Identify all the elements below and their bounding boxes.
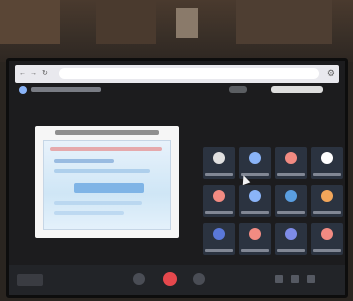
participant-tile[interactable]	[203, 223, 235, 255]
camera-icon[interactable]	[193, 273, 205, 285]
participant-tile[interactable]	[275, 223, 307, 255]
background-object	[176, 8, 198, 38]
presentation-slide	[43, 140, 171, 230]
background-shelf	[96, 0, 156, 44]
participant-name	[205, 211, 233, 214]
monitor-screen: ← → ↻ ⚙	[6, 58, 348, 298]
background-shelf	[0, 0, 60, 44]
participant-name	[241, 249, 269, 252]
participant-tile[interactable]	[275, 147, 307, 179]
participant-tile[interactable]	[311, 185, 343, 217]
slide-header-strip	[50, 147, 162, 151]
participant-name	[205, 173, 233, 176]
room-background	[0, 0, 353, 62]
microphone-icon[interactable]	[133, 273, 145, 285]
meeting-title	[31, 87, 101, 92]
reload-icon[interactable]: ↻	[42, 70, 50, 78]
participant-name	[277, 211, 305, 214]
participant-avatar	[249, 228, 261, 240]
participants-icon[interactable]	[275, 275, 283, 283]
participant-avatar	[249, 190, 261, 202]
participant-tile[interactable]	[239, 185, 271, 217]
participant-tile[interactable]	[239, 223, 271, 255]
end-call-icon[interactable]	[163, 272, 177, 286]
back-arrow-icon[interactable]: ←	[19, 70, 27, 78]
participant-tile[interactable]	[275, 185, 307, 217]
participant-name	[241, 211, 269, 214]
gear-icon[interactable]: ⚙	[327, 68, 335, 79]
participant-name	[313, 173, 341, 176]
participant-name	[313, 211, 341, 214]
participant-tile[interactable]	[311, 147, 343, 179]
address-bar[interactable]	[59, 68, 319, 79]
participant-avatar	[321, 152, 333, 164]
meeting-logo-icon	[19, 86, 27, 94]
participant-avatar	[213, 152, 225, 164]
header-actions[interactable]	[271, 86, 323, 93]
participant-avatar	[213, 228, 225, 240]
participant-avatar	[285, 228, 297, 240]
header-info	[229, 86, 247, 93]
participant-avatar	[321, 228, 333, 240]
participant-avatar	[213, 190, 225, 202]
participant-avatar	[249, 152, 261, 164]
background-shelf	[236, 0, 332, 44]
activities-icon[interactable]	[307, 275, 315, 283]
slide-highlight-box	[74, 183, 144, 193]
participant-tile[interactable]	[311, 223, 343, 255]
slide-text-line	[54, 169, 150, 173]
slide-text-line	[54, 211, 124, 215]
meeting-control-bar	[9, 265, 345, 295]
slide-text-line	[54, 159, 114, 163]
participant-name	[205, 249, 233, 252]
slide-text-line	[54, 201, 142, 205]
shared-presentation	[35, 126, 179, 238]
browser-toolbar: ← → ↻ ⚙	[15, 65, 339, 83]
participant-tile[interactable]	[203, 147, 235, 179]
participant-name	[277, 173, 305, 176]
meeting-details-button[interactable]	[17, 274, 43, 286]
participant-avatar	[285, 190, 297, 202]
participant-avatar	[321, 190, 333, 202]
presentation-title	[55, 130, 159, 135]
participant-tile[interactable]	[203, 185, 235, 217]
chat-icon[interactable]	[291, 275, 299, 283]
forward-arrow-icon[interactable]: →	[30, 70, 38, 78]
meeting-header	[15, 85, 339, 95]
participant-avatar	[285, 152, 297, 164]
participant-name	[277, 249, 305, 252]
participant-name	[313, 249, 341, 252]
